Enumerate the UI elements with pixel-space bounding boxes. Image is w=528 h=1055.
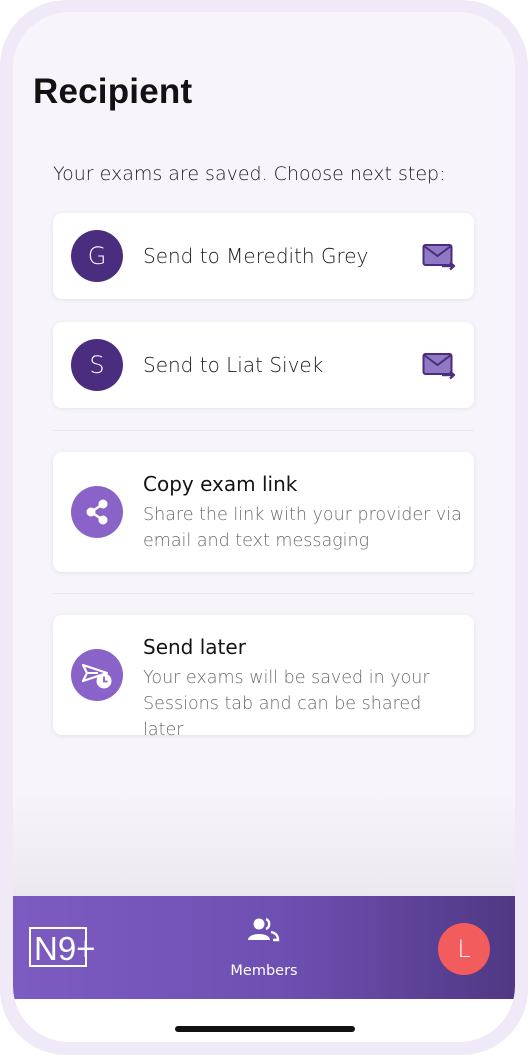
home-indicator-area: [13, 999, 515, 1042]
copy-exam-link-card[interactable]: Copy exam link Share the link with your …: [53, 452, 474, 572]
instruction-text: Your exams are saved. Choose next step:: [53, 163, 446, 185]
recipient-card-liat-sivek[interactable]: S Send to Liat Sivek: [53, 322, 474, 408]
action-title: Send later: [143, 635, 246, 659]
profile-avatar[interactable]: L: [438, 923, 490, 975]
logo-text: N9+: [34, 930, 95, 967]
action-description: Share the link with your provider via em…: [143, 505, 462, 551]
mail-send-icon: [422, 244, 456, 271]
send-later-icon: [71, 649, 123, 701]
section-divider: [53, 593, 474, 594]
device-frame: Recipient Your exams are saved. Choose n…: [0, 0, 528, 1055]
action-title: Copy exam link: [143, 472, 298, 496]
members-icon: [248, 917, 280, 942]
app-screen: Recipient Your exams are saved. Choose n…: [13, 12, 515, 1042]
home-indicator[interactable]: [175, 1026, 355, 1032]
recipient-avatar: G: [71, 230, 123, 282]
content-fade: [13, 792, 515, 896]
tab-members-label: Members: [230, 963, 298, 979]
recipient-label: Send to Meredith Grey: [143, 244, 369, 268]
share-icon: [71, 486, 123, 538]
bottom-tab-bar: N9+ Members L: [13, 896, 515, 999]
n9-logo[interactable]: N9+: [29, 926, 103, 968]
section-divider: [53, 430, 474, 431]
page-title: Recipient: [33, 72, 193, 111]
recipient-label: Send to Liat Sivek: [143, 353, 324, 377]
recipient-avatar: S: [71, 339, 123, 391]
mail-send-icon: [422, 353, 456, 380]
recipient-card-meredith-grey[interactable]: G Send to Meredith Grey: [53, 213, 474, 299]
action-description: Your exams will be saved in your Session…: [143, 668, 430, 740]
send-later-card[interactable]: Send later Your exams will be saved in y…: [53, 615, 474, 740]
